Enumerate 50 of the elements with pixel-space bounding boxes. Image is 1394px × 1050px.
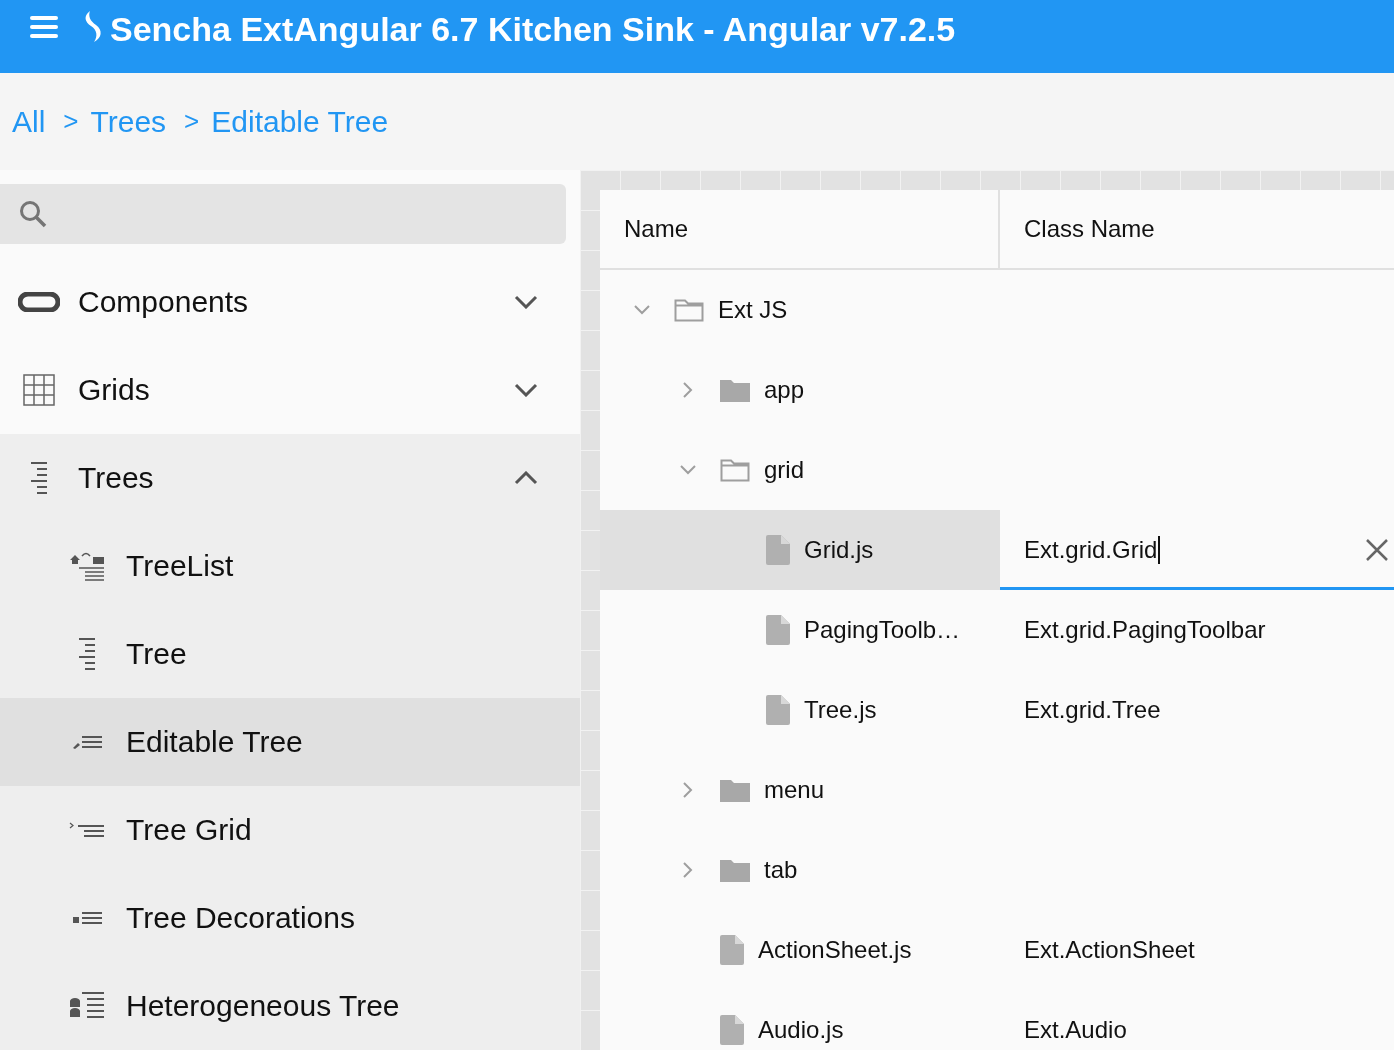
name-cell[interactable]: ActionSheet.js	[600, 910, 1000, 990]
column-header[interactable]: Name	[600, 190, 1000, 268]
edit-list-icon	[72, 735, 102, 749]
nav-item[interactable]: Tree	[0, 610, 580, 698]
name-cell[interactable]: app	[600, 350, 1000, 430]
tree-list-icon	[69, 551, 105, 581]
nav-item[interactable]: TreeList	[0, 522, 580, 610]
class-name-cell: Ext.grid.Tree	[1024, 696, 1161, 724]
menu-icon[interactable]	[30, 16, 58, 38]
decorated-list-icon	[72, 911, 102, 925]
nav-item[interactable]: Tree Decorations	[0, 874, 580, 962]
nav-item[interactable]: Tree Grid	[0, 786, 580, 874]
file-icon	[766, 695, 790, 725]
name-cell[interactable]: Ext JS	[600, 270, 1000, 350]
file-icon	[720, 935, 744, 965]
name-cell[interactable]: PagingToolb…	[600, 590, 1000, 670]
app-title: Sencha ExtAngular 6.7 Kitchen Sink - Angular v7.2.5	[110, 9, 956, 50]
column-header[interactable]: Class Name	[1000, 190, 1394, 268]
name-cell[interactable]: menu	[600, 750, 1000, 830]
folder-icon	[720, 378, 750, 402]
name-cell[interactable]: tab	[600, 830, 1000, 910]
class-name-cell: Ext.ActionSheet	[1024, 936, 1195, 964]
name-cell[interactable]: Tree.js	[600, 670, 1000, 750]
breadcrumb-separator: >	[63, 106, 79, 137]
class-name-cell: Ext.Audio	[1024, 1016, 1127, 1044]
breadcrumb-separator: >	[184, 106, 200, 137]
pill-icon	[18, 292, 60, 312]
tree-icon	[29, 462, 49, 494]
name-cell[interactable]: grid	[600, 430, 1000, 510]
file-icon	[766, 535, 790, 565]
file-icon	[720, 1015, 744, 1045]
stacked-list-icon	[69, 992, 105, 1020]
tree-grid-icon	[69, 822, 105, 838]
close-icon[interactable]	[1366, 539, 1388, 561]
folder-icon	[720, 858, 750, 882]
class-name-input[interactable]: Ext.grid.Grid	[1000, 510, 1394, 590]
file-icon	[766, 615, 790, 645]
class-name-cell: Ext.grid.PagingToolbar	[1024, 616, 1266, 644]
search-icon	[18, 199, 48, 229]
nav-item[interactable]: Editable Tree	[0, 698, 580, 786]
name-cell[interactable]: Audio.js	[600, 990, 1000, 1050]
grid-icon	[23, 374, 55, 406]
folder-outline-icon	[674, 298, 704, 322]
tree-icon	[77, 638, 97, 670]
search-field[interactable]	[0, 184, 566, 244]
nav-item[interactable]: Heterogeneous Tree	[0, 962, 580, 1050]
folder-icon	[720, 778, 750, 802]
nav-item[interactable]: Trees	[0, 434, 580, 522]
name-cell[interactable]: Grid.js	[600, 510, 1000, 590]
folder-outline-icon	[720, 458, 750, 482]
